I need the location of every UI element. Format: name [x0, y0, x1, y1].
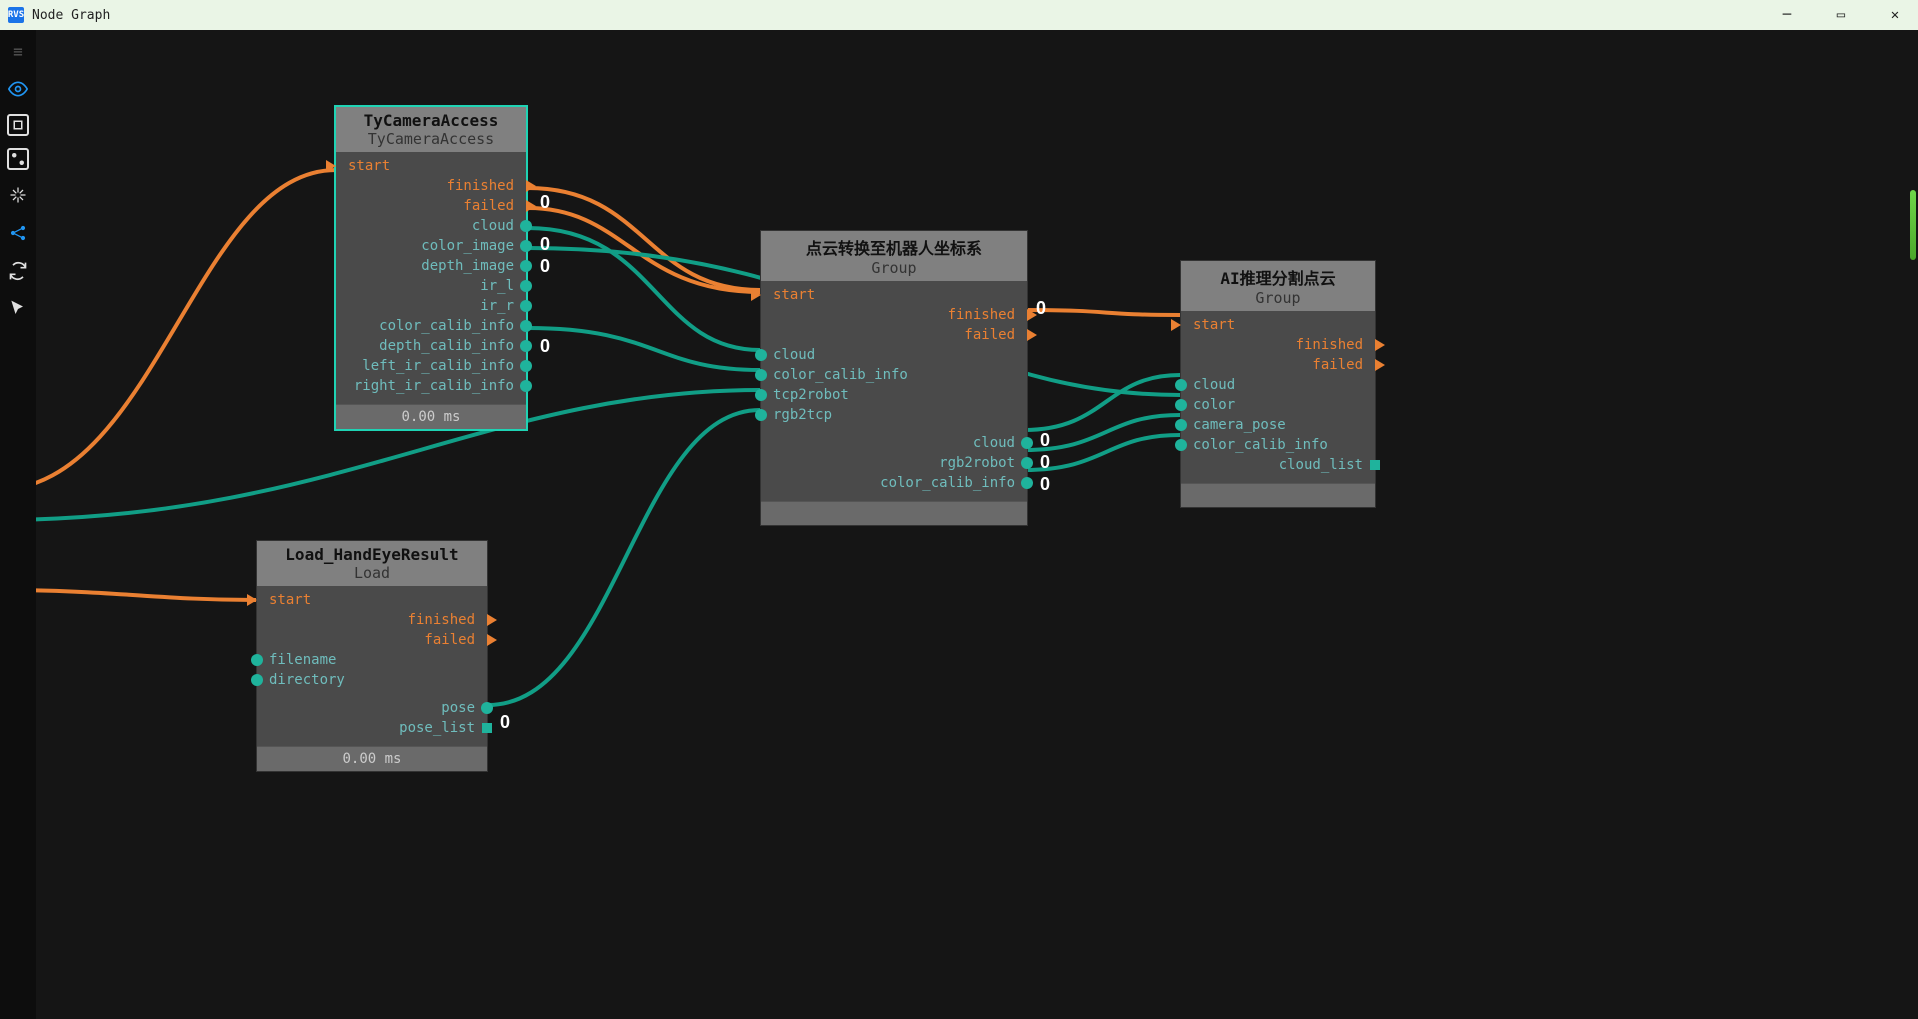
- snap-icon[interactable]: [5, 182, 31, 208]
- left-toolbar: ≡: [0, 30, 36, 1019]
- scrollbar-indicator[interactable]: [1910, 190, 1916, 260]
- node-title: TyCameraAccess: [344, 111, 518, 130]
- port-in-rgb2tcp[interactable]: rgb2tcp: [761, 405, 1027, 425]
- count-badge: 0: [540, 336, 550, 357]
- port-out-failed[interactable]: failed: [761, 325, 1027, 345]
- node-ai-segment[interactable]: AI推理分割点云 Group start finished failed clo…: [1180, 260, 1376, 508]
- port-out-color-calib-info[interactable]: color_calib_info: [336, 316, 526, 336]
- port-in-tcp2robot[interactable]: tcp2robot: [761, 385, 1027, 405]
- port-out-ir-l[interactable]: ir_l: [336, 276, 526, 296]
- count-badge: 0: [500, 712, 510, 733]
- port-in-camera-pose[interactable]: camera_pose: [1181, 415, 1375, 435]
- node-header: TyCameraAccess TyCameraAccess: [336, 107, 526, 152]
- count-badge: 0: [1040, 430, 1050, 451]
- close-button[interactable]: ✕: [1880, 0, 1910, 30]
- count-badge: 0: [1040, 452, 1050, 473]
- window-title: Node Graph: [32, 8, 110, 23]
- port-out-finished[interactable]: finished: [257, 610, 487, 630]
- eye-icon[interactable]: [5, 76, 31, 102]
- app-icon: RVS: [8, 7, 24, 23]
- menu-icon[interactable]: ≡: [5, 38, 31, 64]
- port-out-cloud-list[interactable]: cloud_list: [1181, 455, 1375, 475]
- port-out-rgb2robot[interactable]: rgb2robot: [761, 453, 1027, 473]
- node-header: AI推理分割点云 Group: [1181, 261, 1375, 311]
- port-in-color-calib-info[interactable]: color_calib_info: [1181, 435, 1375, 455]
- port-out-depth-calib-info[interactable]: depth_calib_info: [336, 336, 526, 356]
- node-body: start finished failed filename directory…: [257, 586, 487, 746]
- node-header: Load_HandEyeResult Load: [257, 541, 487, 586]
- titlebar: RVS Node Graph ─ ▭ ✕: [0, 0, 1918, 30]
- node-cloud-convert[interactable]: 点云转换至机器人坐标系 Group start finished failed …: [760, 230, 1028, 526]
- port-in-color-calib-info[interactable]: color_calib_info: [761, 365, 1027, 385]
- port-out-failed[interactable]: failed: [1181, 355, 1375, 375]
- port-out-cloud[interactable]: cloud: [761, 433, 1027, 453]
- node-subtitle: Load: [265, 564, 479, 582]
- refresh-icon[interactable]: [5, 258, 31, 284]
- port-in-start[interactable]: start: [1181, 315, 1375, 335]
- port-out-failed[interactable]: failed: [336, 196, 526, 216]
- node-footer: 0.00 ms: [257, 746, 487, 771]
- node-subtitle: Group: [1189, 289, 1367, 307]
- port-out-right-ir-calib-info[interactable]: right_ir_calib_info: [336, 376, 526, 396]
- port-out-pose-list[interactable]: pose_list: [257, 718, 487, 738]
- port-in-filename[interactable]: filename: [257, 650, 487, 670]
- port-out-pose[interactable]: pose: [257, 698, 487, 718]
- node-title: Load_HandEyeResult: [265, 545, 479, 564]
- count-badge: 0: [540, 192, 550, 213]
- node-body: start finished failed cloud color camera…: [1181, 311, 1375, 483]
- port-in-start[interactable]: start: [257, 590, 487, 610]
- port-out-color-calib-info[interactable]: color_calib_info: [761, 473, 1027, 493]
- port-in-start[interactable]: start: [761, 285, 1027, 305]
- port-out-color-image[interactable]: color_image: [336, 236, 526, 256]
- node-canvas[interactable]: TyCameraAccess TyCameraAccess start fini…: [36, 30, 1918, 1019]
- port-out-depth-image[interactable]: depth_image: [336, 256, 526, 276]
- window-controls: ─ ▭ ✕: [1772, 0, 1910, 30]
- count-badge: 0: [1036, 298, 1046, 319]
- port-out-left-ir-calib-info[interactable]: left_ir_calib_info: [336, 356, 526, 376]
- pointer-icon[interactable]: [5, 296, 31, 322]
- node-body: start finished failed cloud color_image …: [336, 152, 526, 404]
- port-in-directory[interactable]: directory: [257, 670, 487, 690]
- port-out-finished[interactable]: finished: [336, 176, 526, 196]
- node-header: 点云转换至机器人坐标系 Group: [761, 231, 1027, 281]
- node-body: start finished failed cloud color_calib_…: [761, 281, 1027, 501]
- node-subtitle: TyCameraAccess: [344, 130, 518, 148]
- port-out-failed[interactable]: failed: [257, 630, 487, 650]
- port-out-finished[interactable]: finished: [761, 305, 1027, 325]
- node-tycameraaccess[interactable]: TyCameraAccess TyCameraAccess start fini…: [334, 105, 528, 431]
- share-icon[interactable]: [5, 220, 31, 246]
- node-title: AI推理分割点云: [1189, 265, 1367, 289]
- count-badge: 0: [1040, 474, 1050, 495]
- frame-icon[interactable]: [7, 114, 29, 136]
- node-subtitle: Group: [769, 259, 1019, 277]
- port-out-cloud[interactable]: cloud: [336, 216, 526, 236]
- node-footer: 0.00 ms: [336, 404, 526, 429]
- node-footer: [761, 501, 1027, 525]
- count-badge: 0: [540, 256, 550, 277]
- nodes-icon[interactable]: [7, 148, 29, 170]
- count-badge: 0: [540, 234, 550, 255]
- port-in-cloud[interactable]: cloud: [761, 345, 1027, 365]
- minimize-button[interactable]: ─: [1772, 0, 1802, 30]
- node-load-handeyeresult[interactable]: Load_HandEyeResult Load start finished f…: [256, 540, 488, 772]
- node-title: 点云转换至机器人坐标系: [769, 235, 1019, 259]
- node-footer: [1181, 483, 1375, 507]
- port-in-cloud[interactable]: cloud: [1181, 375, 1375, 395]
- port-out-finished[interactable]: finished: [1181, 335, 1375, 355]
- port-in-color[interactable]: color: [1181, 395, 1375, 415]
- port-in-start[interactable]: start: [336, 156, 526, 176]
- maximize-button[interactable]: ▭: [1826, 0, 1856, 30]
- port-out-ir-r[interactable]: ir_r: [336, 296, 526, 316]
